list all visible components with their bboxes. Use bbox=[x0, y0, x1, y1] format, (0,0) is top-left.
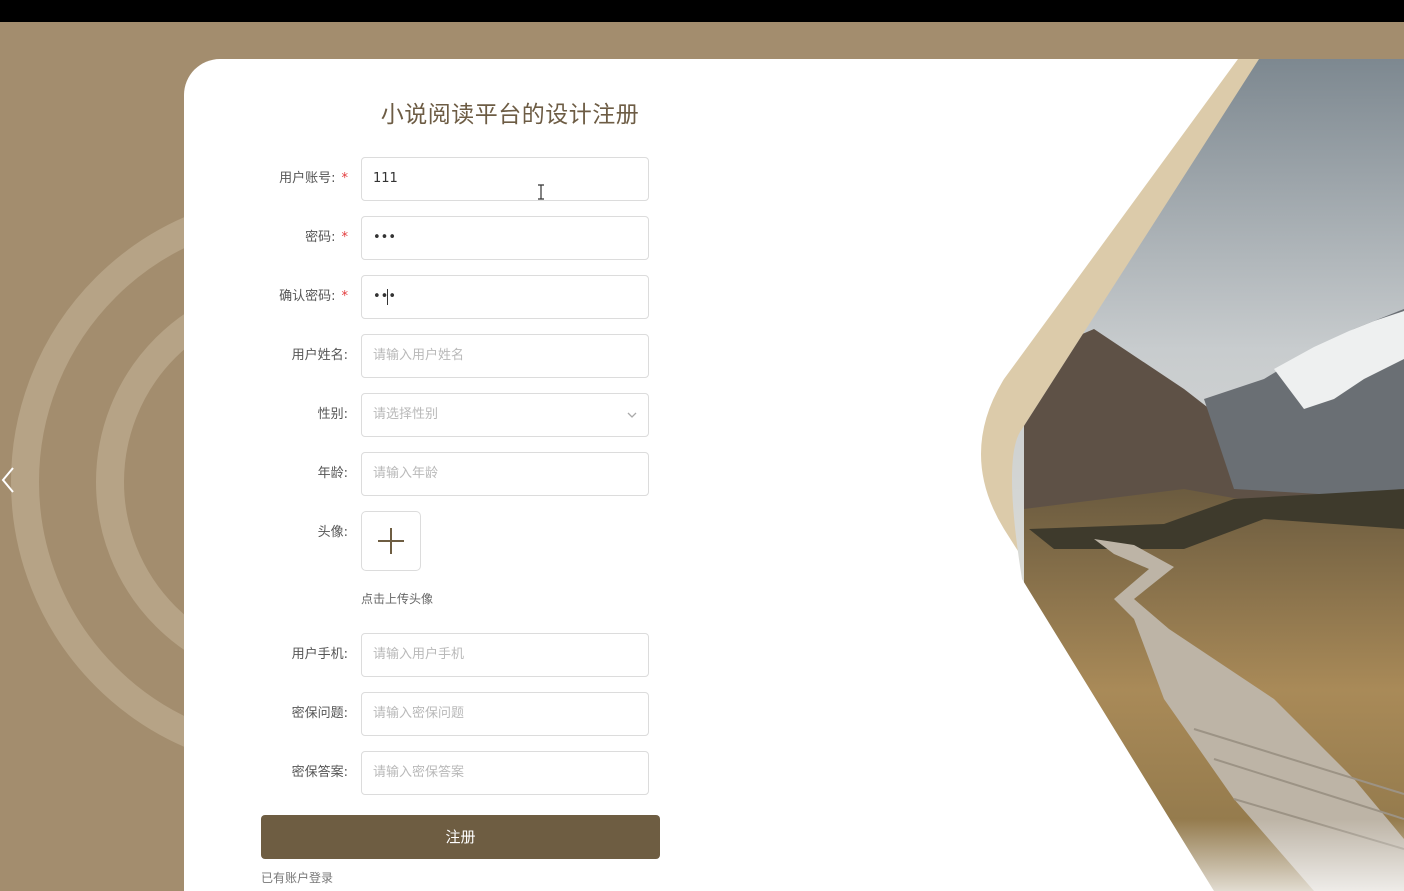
password-input[interactable]: ••• bbox=[361, 216, 649, 260]
age-row: 年龄: 请输入年龄 bbox=[244, 452, 664, 496]
security-answer-placeholder: 请输入密保答案 bbox=[373, 765, 465, 780]
register-button[interactable]: 注册 bbox=[261, 815, 660, 859]
avatar-label: 头像: bbox=[317, 525, 348, 540]
confirm-password-input-value: ••• bbox=[373, 289, 397, 304]
security-answer-label: 密保答案: bbox=[291, 765, 348, 780]
security-question-label: 密保问题: bbox=[291, 706, 348, 721]
password-input-value: ••• bbox=[373, 230, 397, 245]
name-input-placeholder: 请输入用户姓名 bbox=[373, 348, 465, 363]
chevron-down-icon bbox=[627, 412, 637, 418]
name-input[interactable]: 请输入用户姓名 bbox=[361, 334, 649, 378]
account-input[interactable]: 111 bbox=[361, 157, 649, 201]
password-label: 密码: * bbox=[244, 216, 348, 260]
text-caret bbox=[387, 289, 388, 305]
plus-icon bbox=[378, 528, 404, 554]
register-card: 小说阅读平台的设计注册 用户账号: * 111 密码: * ••• 确认密码: * •… bbox=[184, 59, 1404, 891]
gender-select[interactable]: 请选择性别 bbox=[361, 393, 649, 437]
confirm-password-label: 确认密码: * bbox=[244, 275, 348, 319]
security-answer-row: 密保答案: 请输入密保答案 bbox=[244, 751, 664, 795]
name-row: 用户姓名: 请输入用户姓名 bbox=[244, 334, 664, 378]
mountain-boardwalk-photo bbox=[981, 59, 1404, 891]
name-label: 用户姓名: bbox=[291, 348, 348, 363]
security-question-row: 密保问题: 请输入密保问题 bbox=[244, 692, 664, 736]
confirm-password-label-text: 确认密码: bbox=[279, 289, 336, 304]
account-label: 用户账号: * bbox=[244, 157, 348, 201]
phone-input[interactable]: 请输入用户手机 bbox=[361, 633, 649, 677]
security-answer-input[interactable]: 请输入密保答案 bbox=[361, 751, 649, 795]
confirm-password-row: 确认密码: * ••• bbox=[244, 275, 664, 319]
text-cursor-icon bbox=[538, 184, 544, 200]
gender-select-placeholder: 请选择性别 bbox=[373, 407, 439, 422]
account-row: 用户账号: * 111 bbox=[244, 157, 664, 201]
required-mark: * bbox=[341, 289, 349, 304]
account-input-value: 111 bbox=[373, 171, 398, 186]
security-question-input[interactable]: 请输入密保问题 bbox=[361, 692, 649, 736]
avatar-upload-hint: 点击上传头像 bbox=[361, 592, 434, 606]
phone-row: 用户手机: 请输入用户手机 bbox=[244, 633, 664, 677]
required-mark: * bbox=[341, 230, 349, 245]
top-black-bar bbox=[0, 0, 1404, 22]
phone-label: 用户手机: bbox=[291, 647, 348, 662]
phone-input-placeholder: 请输入用户手机 bbox=[373, 647, 465, 662]
login-link[interactable]: 已有账户登录 bbox=[261, 869, 333, 886]
confirm-password-input[interactable]: ••• bbox=[361, 275, 649, 319]
gender-row: 性别: 请选择性别 bbox=[244, 393, 664, 437]
age-label: 年龄: bbox=[317, 466, 348, 481]
page-title: 小说阅读平台的设计注册 bbox=[380, 102, 640, 128]
avatar-row: 头像: bbox=[244, 511, 664, 555]
password-label-text: 密码: bbox=[305, 230, 336, 245]
password-row: 密码: * ••• bbox=[244, 216, 664, 260]
security-question-placeholder: 请输入密保问题 bbox=[373, 706, 465, 721]
gender-label: 性别: bbox=[317, 407, 348, 422]
age-input[interactable]: 请输入年龄 bbox=[361, 452, 649, 496]
avatar-upload-button[interactable] bbox=[361, 511, 421, 571]
account-label-text: 用户账号: bbox=[279, 171, 336, 186]
required-mark: * bbox=[341, 171, 349, 186]
age-input-placeholder: 请输入年龄 bbox=[373, 466, 439, 481]
carousel-prev-icon[interactable] bbox=[0, 462, 20, 498]
